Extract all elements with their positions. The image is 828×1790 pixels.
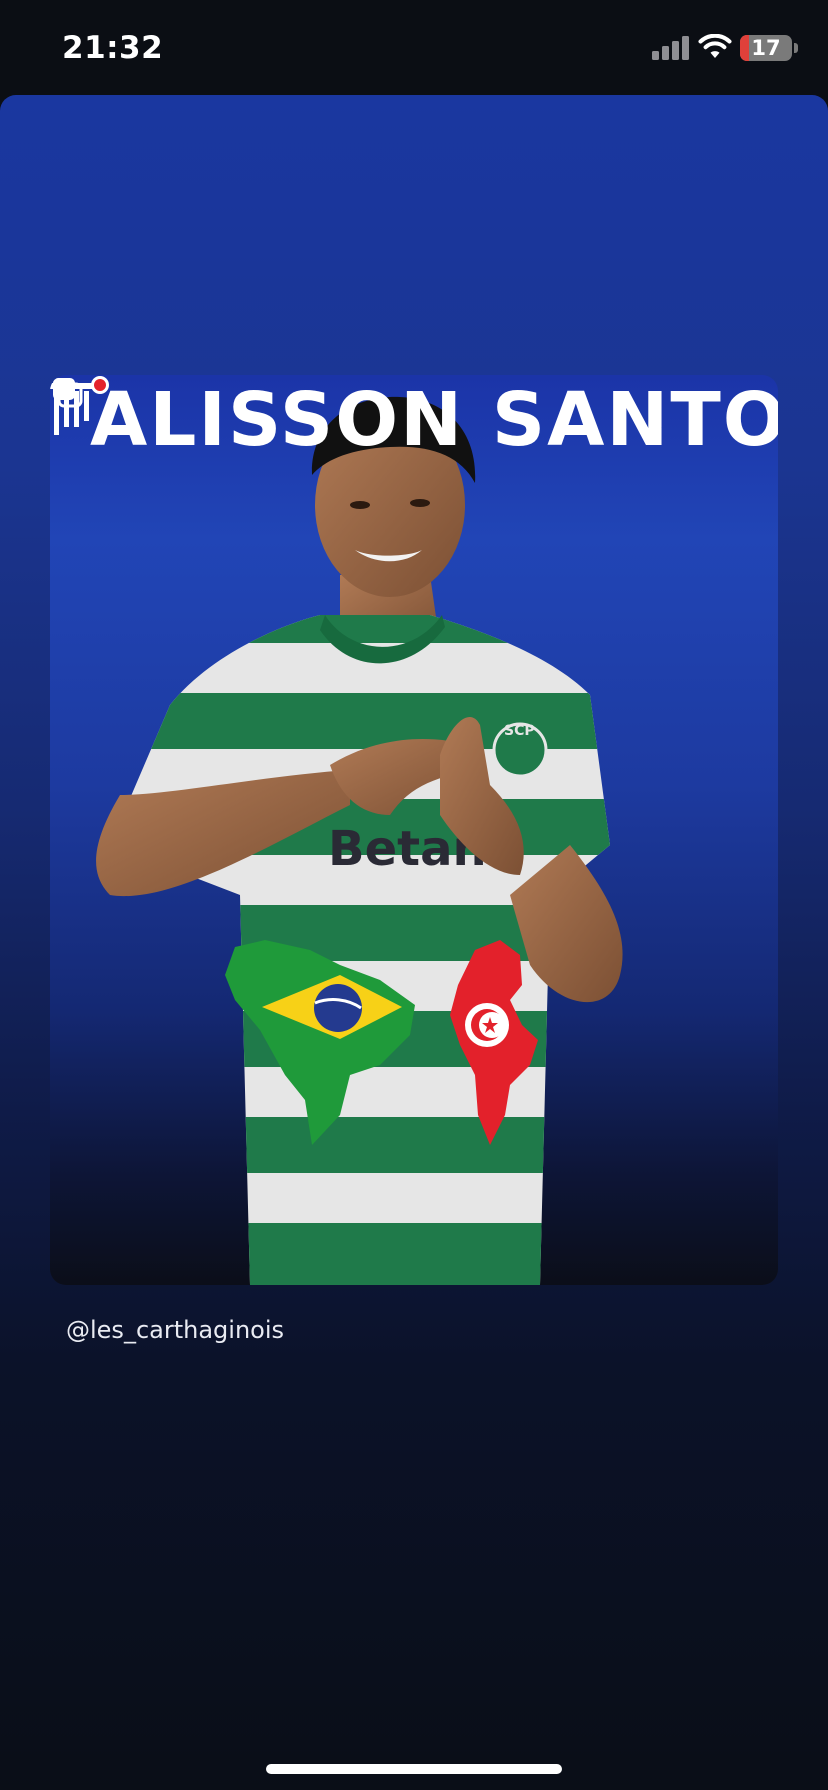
post-image[interactable]: Betano SCP ALISSON SANTOS: [50, 375, 778, 1285]
cellular-signal-icon: [652, 36, 689, 60]
club-crest-text: SCP: [504, 723, 535, 739]
wifi-icon: [698, 34, 732, 58]
post-title: ALISSON SANTOS: [90, 377, 778, 463]
battery-cap: [794, 43, 798, 53]
home-indicator[interactable]: [266, 1764, 562, 1774]
battery-level: 17: [751, 36, 781, 60]
carthaginois-column-logo-icon: [50, 376, 109, 435]
battery-indicator: 17: [740, 35, 792, 61]
status-time: 21:32: [62, 30, 164, 66]
green-white-hooped-jersey: [110, 615, 610, 1285]
player-eye-left: [350, 501, 370, 509]
player-illustration: Betano SCP: [96, 396, 623, 1285]
player-eye-right: [410, 499, 430, 507]
status-bar: 21:32 17: [0, 0, 828, 96]
caption-handle[interactable]: @les_carthaginois: [66, 1316, 284, 1344]
